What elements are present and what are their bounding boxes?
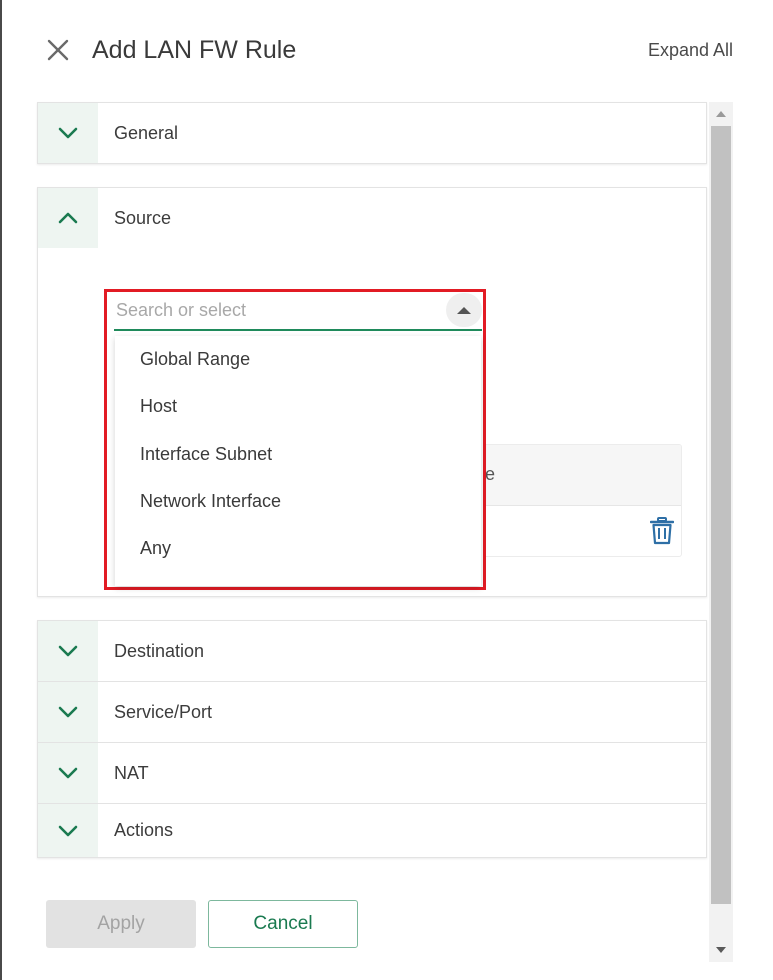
delete-row-button[interactable] bbox=[649, 517, 675, 545]
option-any[interactable]: Any bbox=[115, 525, 481, 572]
search-select-field bbox=[114, 293, 482, 331]
source-select-dropdown: Global Range Host Interface Subnet Netwo… bbox=[104, 289, 486, 590]
expand-all-link[interactable]: Expand All bbox=[648, 38, 733, 62]
chevron-toggle-general[interactable] bbox=[38, 103, 98, 163]
chevron-down-icon bbox=[58, 767, 78, 779]
section-header-nat[interactable]: NAT bbox=[38, 742, 706, 803]
scrollbar-thumb[interactable] bbox=[711, 126, 731, 904]
section-label-destination: Destination bbox=[114, 640, 205, 661]
vertical-scrollbar[interactable] bbox=[709, 102, 733, 962]
chevron-down-icon bbox=[58, 127, 78, 139]
section-label-actions: Actions bbox=[114, 820, 174, 840]
chevron-toggle-source[interactable] bbox=[38, 188, 98, 248]
option-global-range[interactable]: Global Range bbox=[115, 336, 481, 383]
scroll-up-arrow-icon bbox=[716, 111, 726, 117]
cancel-button[interactable]: Cancel bbox=[208, 900, 358, 948]
chevron-toggle-nat[interactable] bbox=[38, 743, 98, 803]
section-header-destination[interactable]: Destination bbox=[38, 621, 706, 681]
section-header-source[interactable]: Source bbox=[38, 188, 706, 248]
section-label-source: Source bbox=[114, 207, 172, 228]
dialog-title: Add LAN FW Rule bbox=[92, 36, 297, 64]
section-header-general[interactable]: General bbox=[38, 103, 706, 163]
chevron-down-icon bbox=[58, 706, 78, 718]
option-interface-subnet[interactable]: Interface Subnet bbox=[115, 431, 481, 478]
option-network-interface[interactable]: Network Interface bbox=[115, 478, 481, 525]
caret-up-icon bbox=[457, 306, 471, 314]
collapsed-sections: Destination Service/Port NAT Actions bbox=[37, 620, 707, 858]
scroll-down-button[interactable] bbox=[709, 938, 733, 962]
chevron-down-icon bbox=[58, 645, 78, 657]
close-button[interactable] bbox=[44, 36, 72, 64]
section-label-general: General bbox=[114, 122, 179, 143]
section-label-nat: NAT bbox=[114, 762, 149, 783]
chevron-toggle-destination[interactable] bbox=[38, 621, 98, 681]
add-lan-fw-rule-dialog: Add LAN FW Rule Expand All General Sourc… bbox=[0, 0, 773, 980]
apply-button[interactable]: Apply bbox=[46, 900, 196, 948]
section-general: General bbox=[37, 102, 707, 164]
trash-icon bbox=[649, 517, 675, 545]
chevron-up-icon bbox=[58, 212, 78, 224]
chevron-down-icon bbox=[58, 825, 78, 836]
options-menu: Global Range Host Interface Subnet Netwo… bbox=[115, 336, 481, 586]
section-label-service-port: Service/Port bbox=[114, 701, 213, 722]
scroll-down-arrow-icon bbox=[716, 947, 726, 953]
section-header-actions[interactable]: Actions bbox=[38, 803, 706, 857]
scroll-up-button[interactable] bbox=[709, 102, 733, 126]
section-header-service-port[interactable]: Service/Port bbox=[38, 681, 706, 742]
close-icon bbox=[47, 39, 69, 61]
option-host[interactable]: Host bbox=[115, 383, 481, 430]
chevron-toggle-actions[interactable] bbox=[38, 804, 98, 857]
chevron-toggle-service-port[interactable] bbox=[38, 682, 98, 742]
dropdown-toggle-button[interactable] bbox=[446, 293, 482, 327]
search-input[interactable] bbox=[114, 293, 438, 327]
window-edge bbox=[0, 0, 2, 980]
